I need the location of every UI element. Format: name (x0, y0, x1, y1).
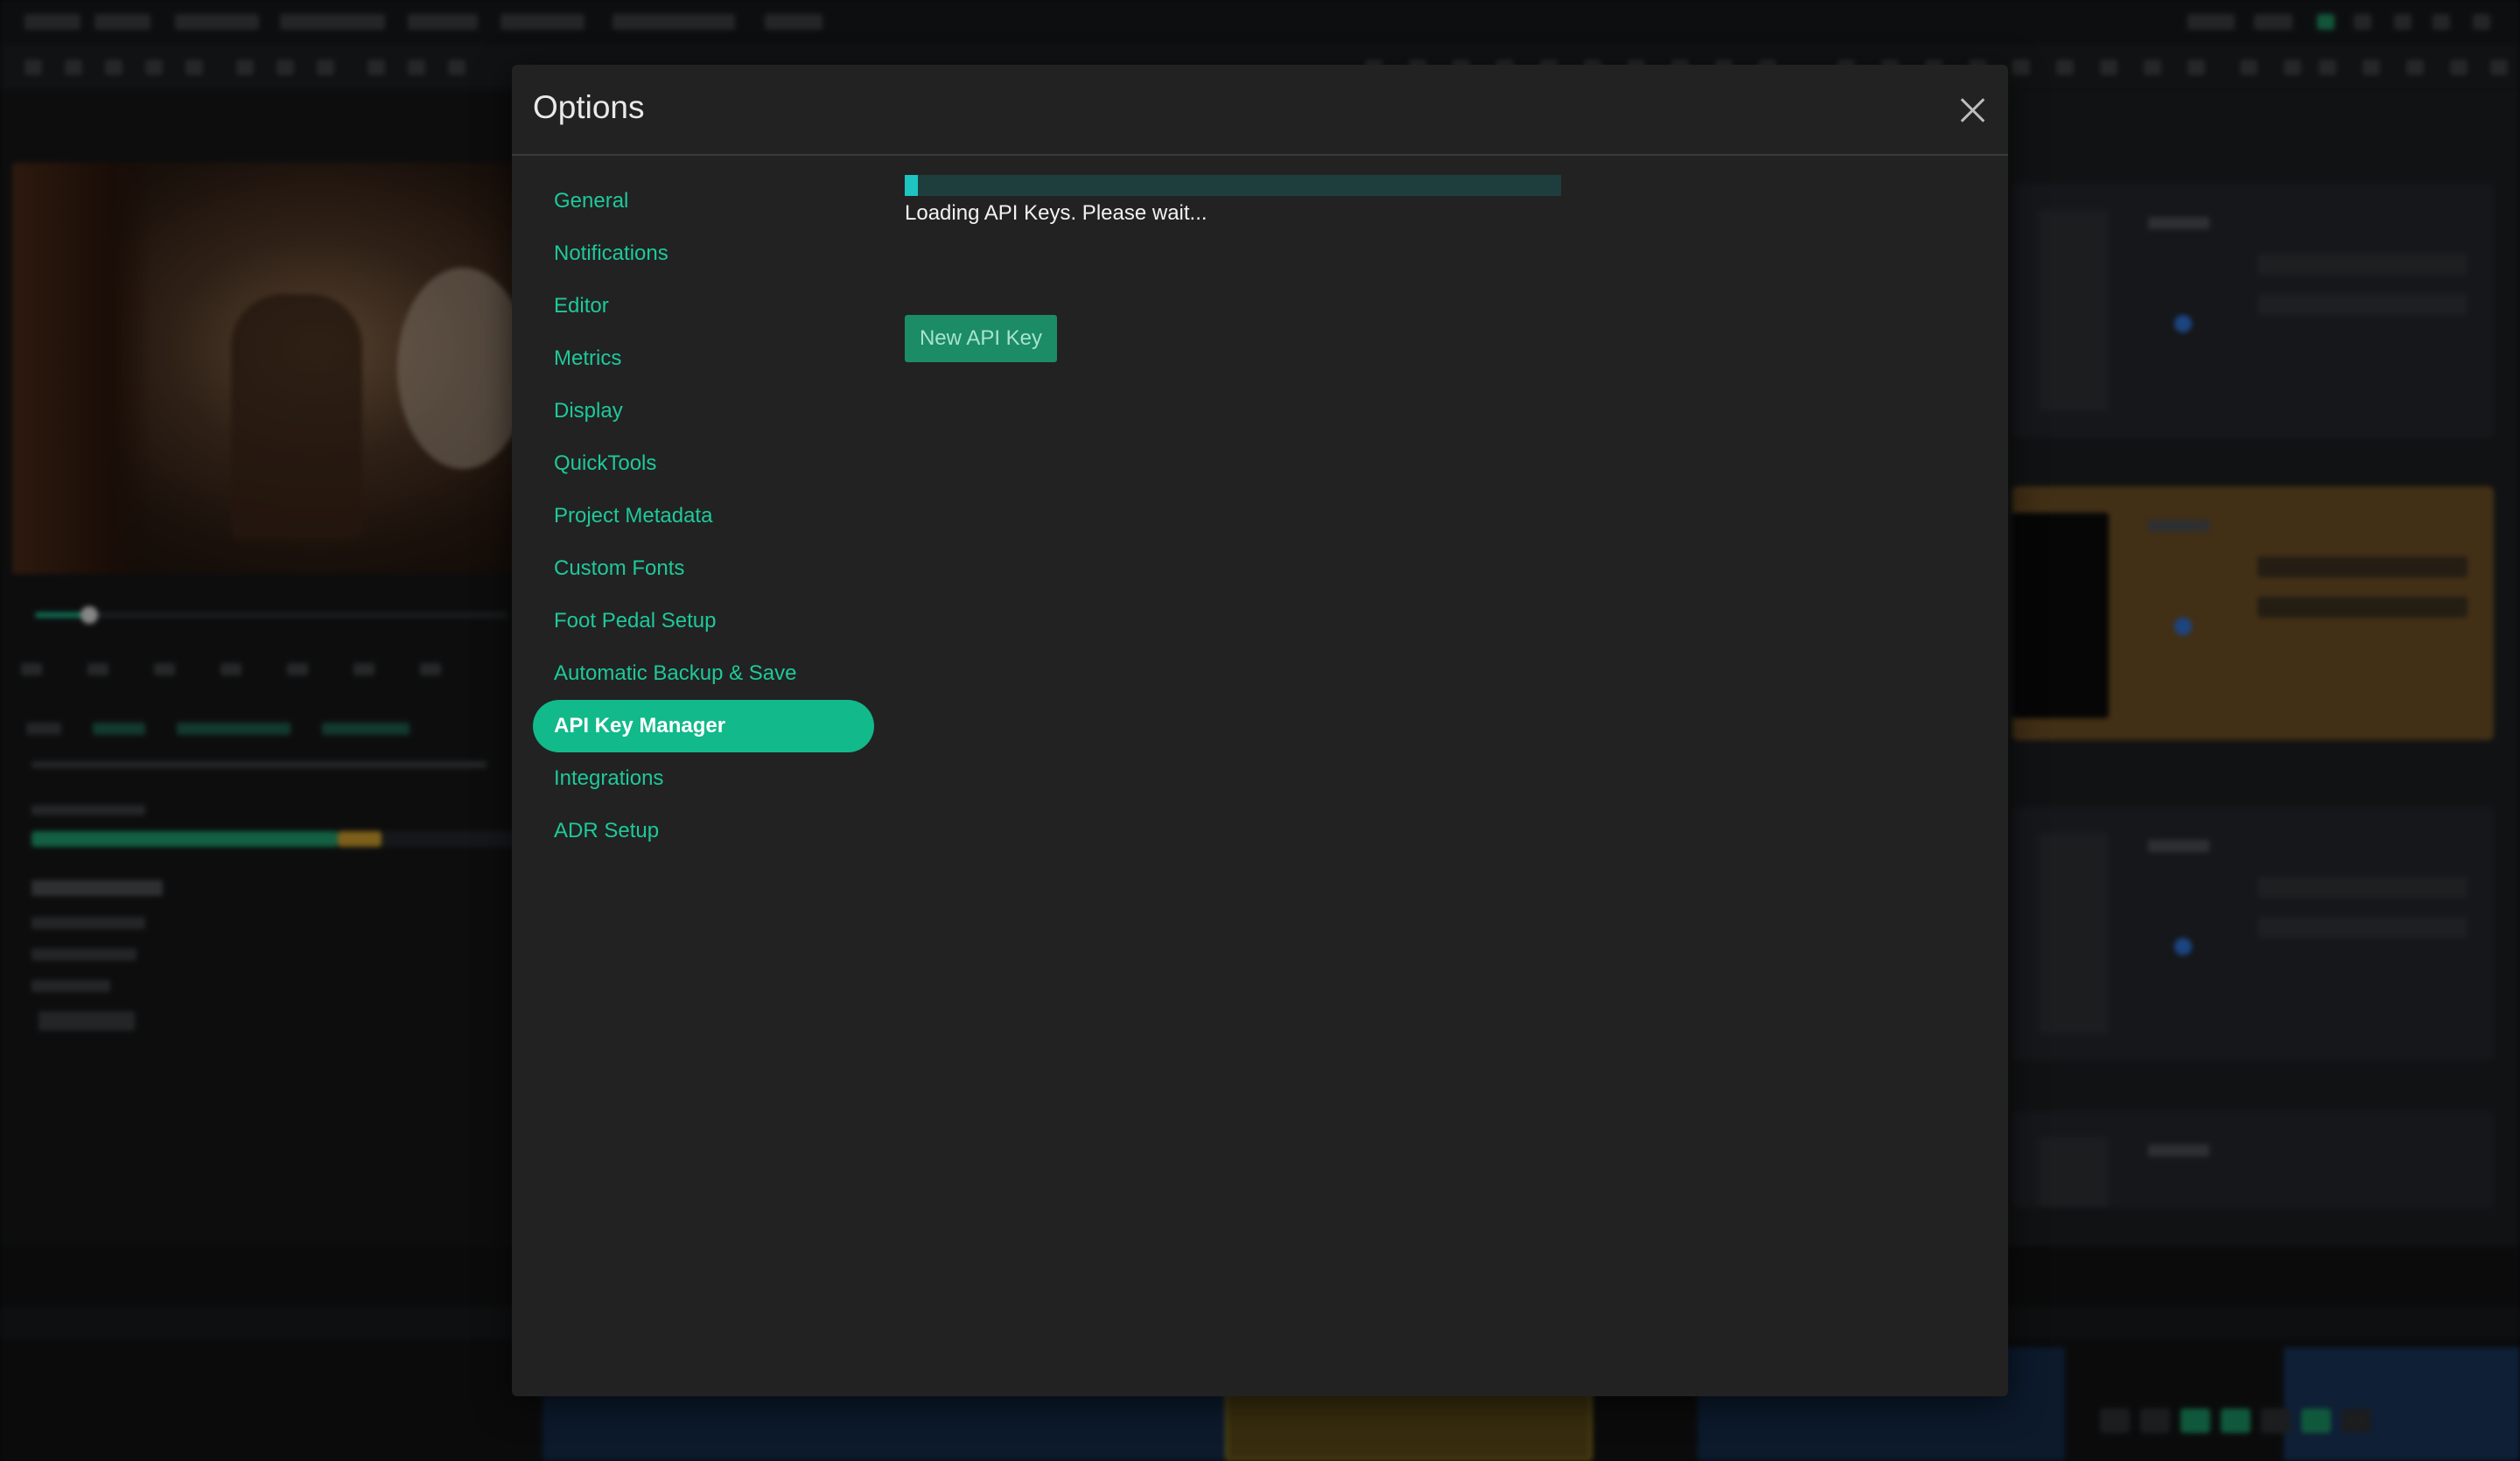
nav-item-api-key-manager[interactable]: API Key Manager (533, 700, 874, 752)
new-api-key-button[interactable]: New API Key (905, 315, 1057, 362)
progress-fill (905, 175, 918, 196)
nav-item-automatic-backup[interactable]: Automatic Backup & Save (533, 647, 874, 700)
dialog-title: Options (533, 89, 645, 125)
nav-item-adr-setup[interactable]: ADR Setup (533, 805, 874, 857)
options-nav: General Notifications Editor Metrics Dis… (533, 175, 874, 857)
close-icon[interactable] (1954, 91, 1992, 129)
nav-item-display[interactable]: Display (533, 385, 874, 437)
nav-item-general[interactable]: General (533, 175, 874, 227)
nav-item-quicktools[interactable]: QuickTools (533, 437, 874, 490)
nav-item-metrics[interactable]: Metrics (533, 332, 874, 385)
options-dialog: Options General Notifications Editor Met… (512, 65, 2008, 1396)
nav-item-integrations[interactable]: Integrations (533, 752, 874, 805)
loading-progress-bar (905, 175, 1561, 196)
nav-item-custom-fonts[interactable]: Custom Fonts (533, 542, 874, 595)
dialog-header: Options (512, 65, 2008, 156)
nav-item-foot-pedal-setup[interactable]: Foot Pedal Setup (533, 595, 874, 647)
nav-item-notifications[interactable]: Notifications (533, 227, 874, 280)
loading-message: Loading API Keys. Please wait... (905, 201, 1208, 225)
nav-item-project-metadata[interactable]: Project Metadata (533, 490, 874, 542)
nav-item-editor[interactable]: Editor (533, 280, 874, 332)
